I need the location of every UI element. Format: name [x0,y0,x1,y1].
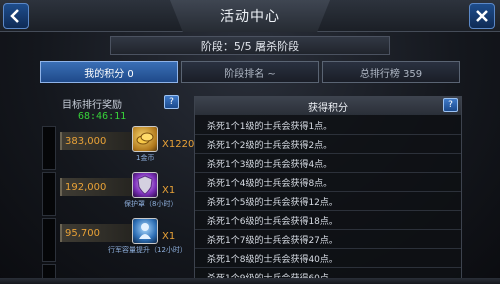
back-button[interactable] [3,3,29,29]
list-item: 杀死1个4级的士兵会获得8点。 [195,173,461,192]
reward-row: 95,700 行军容量提升（12小时） X1 [60,218,210,262]
rewards-help-button[interactable]: ? [164,95,179,109]
item-count: X1 [162,231,176,242]
reward-row: 383,000 1金币 X1220 [60,126,210,170]
item-name: 行军容量提升（12小时） [108,246,187,254]
list-item: 杀死1个5级的士兵会获得12点。 [195,192,461,211]
points-help-button[interactable]: ? [443,98,458,112]
bottom-frame [0,278,500,284]
rewards-title: 目标排行奖励 [62,100,122,111]
points-title: 获得积分 [195,97,461,115]
rank-bar [42,218,56,262]
list-item: 杀死1个2级的士兵会获得2点。 [195,135,461,154]
window-title: 活动中心 [170,0,330,32]
target-rewards-panel: 目标排行奖励 ? 68:46:11 383,000 1金币 X1220 192,… [40,92,194,282]
tab-stage-ranking[interactable]: 阶段排名 ~ [181,61,319,83]
score-threshold: 383,000 [60,132,138,150]
list-item: 杀死1个3级的士兵会获得4点。 [195,154,461,173]
tab-bar: 我的积分 0 阶段排名 ~ 总排行榜 359 [40,61,460,83]
rank-bar [42,172,56,216]
back-arrow-icon [10,9,19,23]
item-name: 1金币 [136,154,155,162]
tab-my-points[interactable]: 我的积分 0 [40,61,178,83]
countdown-timer: 68:46:11 [78,111,127,122]
list-item: 杀死1个1级的士兵会获得1点。 [195,116,461,135]
item-name: 保护罩（8小时） [124,200,178,208]
item-count: X1 [162,185,176,196]
reward-row: 192,000 保护罩（8小时） X1 [60,172,210,216]
gold-coins-icon[interactable] [132,126,158,152]
points-rules-panel: 获得积分 ? 杀死1个1级的士兵会获得1点。 杀死1个2级的士兵会获得2点。 杀… [194,96,462,282]
close-icon [476,10,488,22]
score-threshold: 95,700 [60,224,138,242]
list-item: 杀死1个7级的士兵会获得27点。 [195,230,461,249]
score-threshold: 192,000 [60,178,138,196]
list-item: 杀死1个6级的士兵会获得18点。 [195,211,461,230]
list-item: 杀死1个8级的士兵会获得40点。 [195,249,461,268]
rank-bar [42,126,56,170]
stage-indicator: 阶段：5/5 屠杀阶段 [110,36,390,55]
shield-icon[interactable] [132,172,158,198]
item-count: X1220 [162,139,195,150]
tab-total-leaderboard[interactable]: 总排行榜 359 [322,61,460,83]
close-button[interactable] [469,3,495,29]
march-capacity-icon[interactable] [132,218,158,244]
rules-list[interactable]: 杀死1个1级的士兵会获得1点。 杀死1个2级的士兵会获得2点。 杀死1个3级的士… [195,116,461,282]
title-bar: 活动中心 [0,0,500,32]
activity-center-window: 活动中心 阶段：5/5 屠杀阶段 我的积分 0 阶段排名 ~ 总排行榜 359 … [0,0,500,284]
